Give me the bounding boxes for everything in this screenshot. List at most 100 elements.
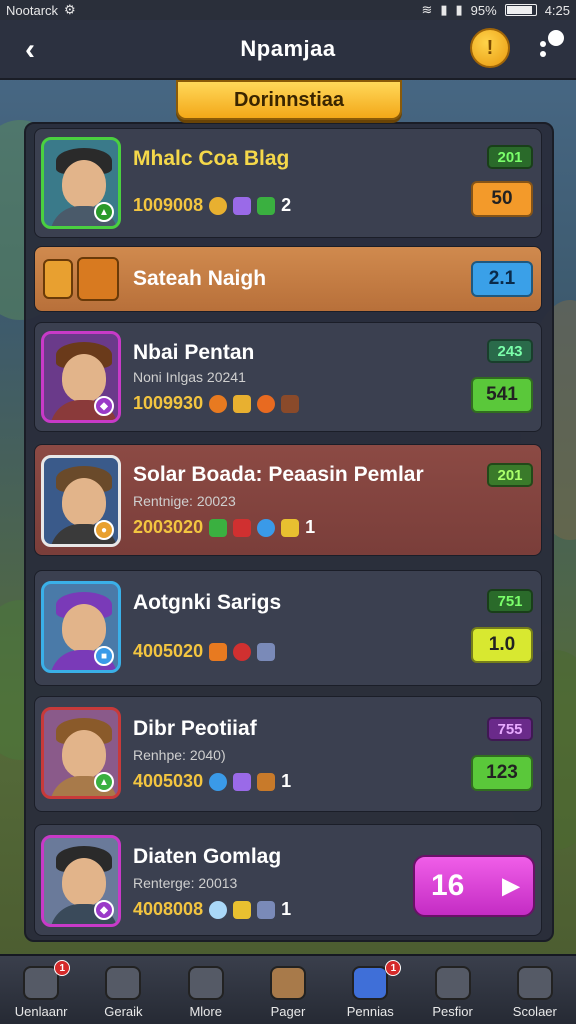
nav-item-scolaer[interactable]: Scolaer (494, 956, 576, 1024)
crate-icon (77, 257, 119, 301)
diamond-icon (209, 772, 228, 791)
item-count: 1 (281, 899, 292, 919)
crystal-icon (233, 772, 252, 791)
battery-percent: 95% (470, 2, 497, 18)
globe-icon (352, 966, 389, 1000)
hero-subtitle: Renhpe: 2040) (133, 747, 226, 763)
nav-label: Mlore (189, 1004, 222, 1019)
list-item[interactable]: ◆ Diaten Gomlag Renterge: 20013 4008008 … (34, 824, 542, 936)
chevron-left-icon: ‹ (25, 33, 35, 66)
hero-name: Solar Boada: Peaasin Pemlar (133, 463, 424, 486)
hero-name: Mhalc Coa Blag (133, 147, 290, 170)
hero-power: 1009008 (133, 195, 204, 215)
ribbon-label: Dorinnstiaa (233, 88, 345, 111)
hero-name: Nbai Pentan (133, 341, 255, 364)
signal-icon: ▮ (440, 2, 448, 17)
back-button[interactable]: ‹ (12, 32, 48, 68)
list-item[interactable]: ● Solar Boada: Peaasin Pemlar Rentnige: … (34, 444, 542, 556)
nav-item-uenlaanr[interactable]: 1 Uenlaanr (0, 956, 82, 1024)
coin-button[interactable]: ! (470, 28, 510, 68)
nav-badge: 1 (54, 960, 71, 976)
leaf-icon (257, 196, 276, 215)
wifi-icon: ≋ (421, 2, 433, 17)
ruby-icon (233, 642, 252, 661)
nav-label: Pager (270, 1004, 306, 1019)
level-button[interactable]: 2.1 (471, 261, 533, 297)
sapphire-icon (257, 518, 276, 537)
more-badge: 1 (548, 30, 564, 46)
play-button-label: 16 (431, 869, 465, 902)
bean-icon (281, 394, 300, 413)
status-bar: Nootarck ⚙ ≋ ▮ ▮ 95% 4:25 (0, 0, 576, 20)
list-item[interactable]: ▲ Dibr Peotiiaf Renhpe: 2040) 4005030 1 … (34, 696, 542, 812)
hero-power: 4008008 (133, 899, 204, 919)
hero-avatar: ▲ (41, 707, 121, 799)
hero-power: 4005030 (133, 771, 204, 791)
orb-icon (257, 394, 276, 413)
hero-subtitle: Rentnige: 20023 (133, 493, 236, 509)
item-count: 1 (281, 771, 292, 791)
hero-power: 2003020 (133, 517, 204, 537)
hero-avatar: ◆ (41, 835, 121, 927)
level-button[interactable]: 541 (471, 377, 533, 413)
list-item[interactable]: ■ Aotgnki Sarigs 4005020 751 1.0 (34, 570, 542, 686)
class-icon: ▲ (94, 202, 114, 222)
hero-subtitle: Renterge: 20013 (133, 875, 238, 891)
hero-avatar: ■ (41, 581, 121, 673)
hero-name: Dibr Peotiiaf (133, 717, 257, 740)
hero-name: Aotgnki Sarigs (133, 591, 282, 614)
clock: 4:25 (544, 2, 570, 18)
level-button[interactable]: 123 (471, 755, 533, 791)
list-item[interactable]: ◆ Nbai Pentan Noni Inlgas 20241 1009930 … (34, 322, 542, 432)
page-title: Npamjaa (240, 36, 336, 61)
item-count: 2 (281, 195, 292, 215)
nav-label: Pesfior (432, 1004, 473, 1019)
hero-avatar: ◆ (41, 331, 121, 423)
crystal-icon (257, 900, 276, 919)
hero-stats: 1009930 (133, 393, 300, 414)
nav-item-mlore[interactable]: Mlore (165, 956, 247, 1024)
nav-item-pesfior[interactable]: Pesfior (411, 956, 493, 1024)
class-icon: ▲ (94, 772, 114, 792)
more-dot-icon (540, 51, 546, 57)
hero-avatar: ▲ (41, 137, 121, 229)
class-icon: ◆ (94, 900, 114, 920)
star-icon (233, 900, 252, 919)
section-ribbon: Dorinnstiaa (176, 80, 402, 120)
hero-avatar: ● (41, 455, 121, 547)
gear-icon (434, 966, 471, 1000)
bottom-nav: 1 Uenlaanr Geraik Mlore Pager 1 Pennias … (0, 954, 576, 1024)
battery-icon (504, 4, 537, 16)
hero-power: 4005020 (133, 641, 204, 661)
nav-item-pennias[interactable]: 1 Pennias (329, 956, 411, 1024)
play-button[interactable]: 16 ▶ (413, 855, 535, 917)
clover-icon (281, 518, 300, 537)
hero-subtitle: Noni Inlgas 20241 (133, 369, 246, 385)
nav-label: Geraik (104, 1004, 143, 1019)
class-icon: ● (94, 520, 114, 540)
rank-badge: 755 (487, 717, 533, 741)
hero-stats: 2003020 1 (133, 517, 315, 538)
nav-item-geraik[interactable]: Geraik (82, 956, 164, 1024)
scroll-icon (516, 966, 553, 1000)
star-icon (209, 642, 228, 661)
more-menu-button[interactable]: 1 (528, 30, 564, 64)
list-item[interactable]: Sateah Naigh 2.1 (34, 246, 542, 312)
rank-badge: 201 (487, 145, 533, 169)
hero-stats: 4005030 1 (133, 771, 291, 792)
nav-label: Pennias (346, 1004, 394, 1019)
carrier-label: Nootarck (6, 2, 59, 18)
level-button[interactable]: 50 (471, 181, 533, 217)
crystal-icon (257, 642, 276, 661)
class-icon: ■ (94, 646, 114, 666)
rank-badge: 243 (487, 339, 533, 363)
nav-item-pager[interactable]: Pager (247, 956, 329, 1024)
hero-stats: 4008008 1 (133, 899, 291, 920)
play-icon: ▶ (502, 873, 520, 898)
hero-name: Sateah Naigh (133, 267, 267, 290)
leaf-icon (209, 518, 228, 537)
level-button[interactable]: 1.0 (471, 627, 533, 663)
class-icon: ◆ (94, 396, 114, 416)
list-item[interactable]: ▲ Mhalc Coa Blag 1009008 2 201 50 (34, 128, 542, 238)
rank-badge: 201 (487, 463, 533, 487)
